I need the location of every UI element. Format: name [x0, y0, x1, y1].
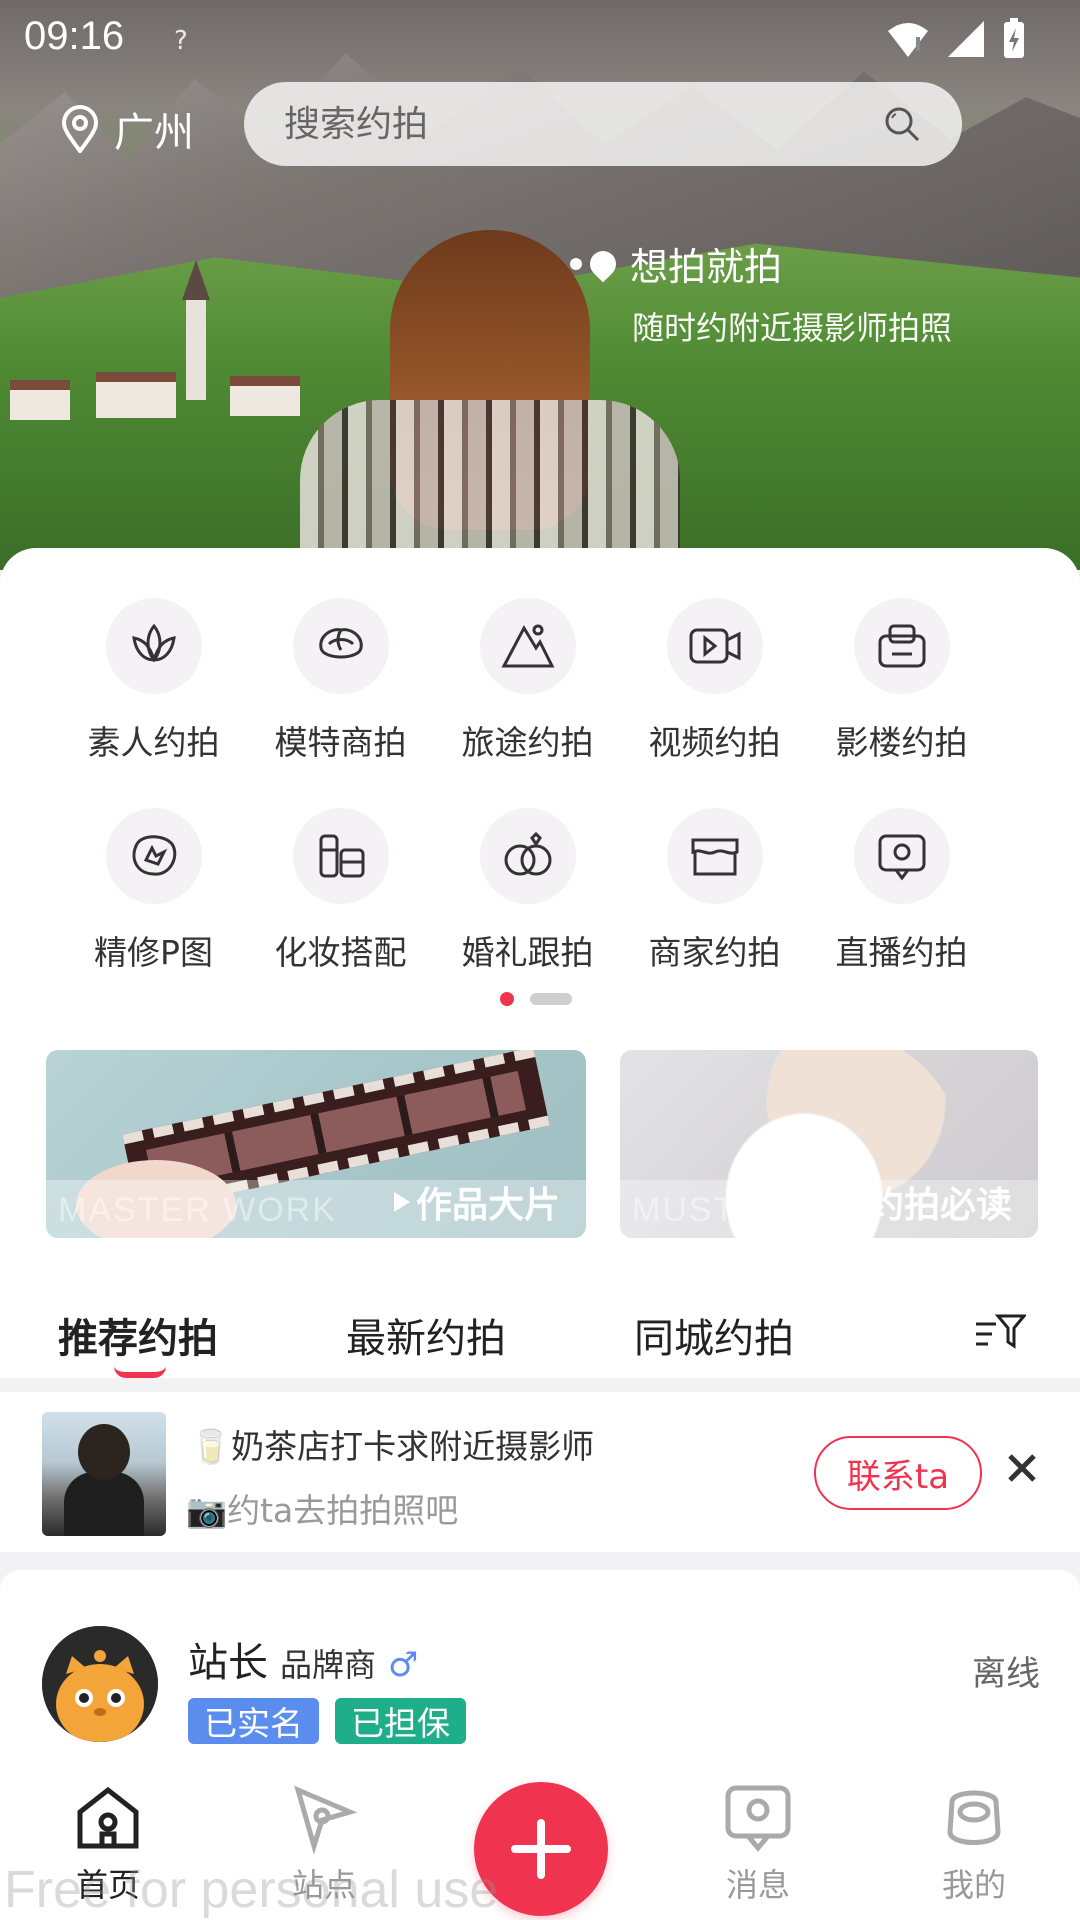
category-makeup[interactable]: 化妆搭配 [247, 808, 434, 974]
promo-ghost-text: MUST READ [632, 1191, 850, 1229]
location-selector[interactable]: 广州 [60, 100, 194, 158]
promo-ghost-text: MASTER WORK [58, 1191, 337, 1229]
retouch-icon [132, 835, 176, 876]
woman-shirt [300, 400, 680, 570]
profile-icon [947, 1790, 1001, 1845]
rings-icon [504, 831, 551, 876]
pager-dot [530, 993, 572, 1005]
home-icon [77, 1786, 139, 1849]
live-icon [878, 834, 925, 881]
promo-title: 约拍必读 [845, 1176, 1012, 1228]
mascot-avatar [42, 1626, 158, 1742]
feed-tabs: 推荐约拍 最新约拍 同城约拍 [0, 1296, 1080, 1378]
slogan-subtitle: 随时约附近摄影师拍照 [632, 309, 953, 347]
status-bar: 09:16 ? [24, 10, 1056, 66]
tab-same-city[interactable]: 同城约拍 [634, 1306, 794, 1364]
tab-recommended[interactable]: 推荐约拍 [58, 1306, 218, 1378]
category-label: 视频约拍 [648, 723, 781, 762]
slogan-title: 想拍就拍 [630, 245, 783, 289]
nav-label: 我的 [941, 1866, 1006, 1904]
search-input[interactable] [284, 103, 844, 145]
status-unknown: ? [174, 26, 188, 56]
category-label: 直播约拍 [835, 933, 968, 972]
tab-latest[interactable]: 最新约拍 [346, 1306, 506, 1364]
category-wedding[interactable]: 婚礼跟拍 [434, 808, 621, 974]
hero-slogan: 想拍就拍 随时约附近摄影师拍照 [570, 236, 952, 349]
studio-icon [878, 624, 925, 668]
location-pin-icon [61, 105, 99, 153]
category-label: 旅途约拍 [461, 723, 594, 762]
mountain-icon [501, 624, 554, 668]
status-time: 09:16 [24, 14, 125, 58]
location-label: 广州 [114, 110, 194, 156]
male-icon: ♂ [388, 1645, 419, 1685]
search-bar[interactable] [244, 82, 962, 166]
message-icon [725, 1785, 791, 1852]
quote-dot-icon [570, 257, 582, 270]
plus-icon [511, 1819, 571, 1879]
category-card: 素人约拍 模特商拍 旅途约拍 视频约拍 影楼约拍 精修P图 化妆搭配 婚礼跟拍 [0, 548, 1080, 1378]
nav-messages[interactable]: 消息 [688, 1782, 828, 1906]
user-name-line: 站长 品牌商 ♂ [188, 1630, 419, 1688]
quote-drop-icon [584, 245, 622, 282]
nav-label: 消息 [725, 1866, 790, 1904]
category-amateur[interactable]: 素人约拍 [60, 598, 247, 764]
photographer-card[interactable]: 站长 品牌商 ♂ 已实名 已担保 离线 [0, 1570, 1080, 1770]
request-item[interactable]: 🥛奶茶店打卡求附近摄影师 📷约ta去拍拍照吧 联系ta [0, 1392, 1080, 1552]
user-name: 站长 [188, 1640, 268, 1686]
category-grid: 素人约拍 模特商拍 旅途约拍 视频约拍 影楼约拍 精修P图 化妆搭配 婚礼跟拍 [60, 598, 1020, 974]
close-icon[interactable] [1002, 1448, 1042, 1488]
battery-icon [1004, 18, 1024, 58]
shop-icon [691, 838, 738, 876]
category-live[interactable]: 直播约拍 [808, 808, 995, 974]
promo-must-read[interactable]: MUST READ 约拍必读 [620, 1050, 1038, 1238]
category-merchant[interactable]: 商家约拍 [621, 808, 808, 974]
video-icon [689, 628, 740, 664]
user-role: 品牌商 [280, 1646, 377, 1684]
promo-title: 作品大片 [393, 1176, 560, 1228]
makeup-icon [319, 834, 364, 878]
request-subtitle: 📷约ta去拍拍照吧 [186, 1491, 459, 1530]
house-3 [230, 376, 300, 416]
category-studio[interactable]: 影楼约拍 [808, 598, 995, 764]
status-icons [886, 18, 1026, 60]
category-label: 模特商拍 [274, 723, 407, 762]
house-2 [96, 372, 176, 418]
category-label: 影楼约拍 [835, 723, 968, 762]
cabbage-icon [318, 628, 363, 659]
request-title: 🥛奶茶店打卡求附近摄影师 [190, 1427, 595, 1466]
category-video[interactable]: 视频约拍 [621, 598, 808, 764]
user-badges: 已实名 已担保 [188, 1698, 466, 1744]
play-icon [393, 1192, 410, 1212]
signal-icon [948, 21, 984, 57]
category-label: 精修P图 [94, 933, 213, 972]
avatar[interactable] [42, 1626, 158, 1742]
filter-icon[interactable] [974, 1310, 1026, 1354]
verified-badge: 已实名 [188, 1698, 319, 1744]
site-icon [294, 1785, 358, 1854]
house-1 [10, 380, 70, 420]
category-label: 化妆搭配 [274, 933, 407, 972]
nav-profile[interactable]: 我的 [904, 1782, 1044, 1906]
lotus-icon [131, 623, 176, 663]
contact-button[interactable]: 联系ta [814, 1436, 982, 1510]
search-icon[interactable] [882, 104, 922, 144]
online-status: 离线 [972, 1654, 1040, 1694]
promo-master-work[interactable]: MASTER WORK 作品大片 [46, 1050, 586, 1238]
play-icon [845, 1192, 862, 1212]
guaranteed-badge: 已担保 [335, 1698, 466, 1744]
category-label: 商家约拍 [648, 933, 781, 972]
pager-dot-active [500, 992, 514, 1006]
request-thumbnail [42, 1412, 166, 1536]
category-retouch[interactable]: 精修P图 [60, 808, 247, 974]
active-tab-indicator [114, 1366, 166, 1378]
category-travel[interactable]: 旅途约拍 [434, 598, 621, 764]
category-label: 婚礼跟拍 [461, 933, 594, 972]
category-model[interactable]: 模特商拍 [247, 598, 434, 764]
church [182, 260, 210, 400]
category-pager[interactable] [500, 992, 572, 1006]
category-label: 素人约拍 [87, 723, 220, 762]
watermark-text: Free for personal use [4, 1861, 499, 1919]
wifi-icon [888, 23, 928, 57]
